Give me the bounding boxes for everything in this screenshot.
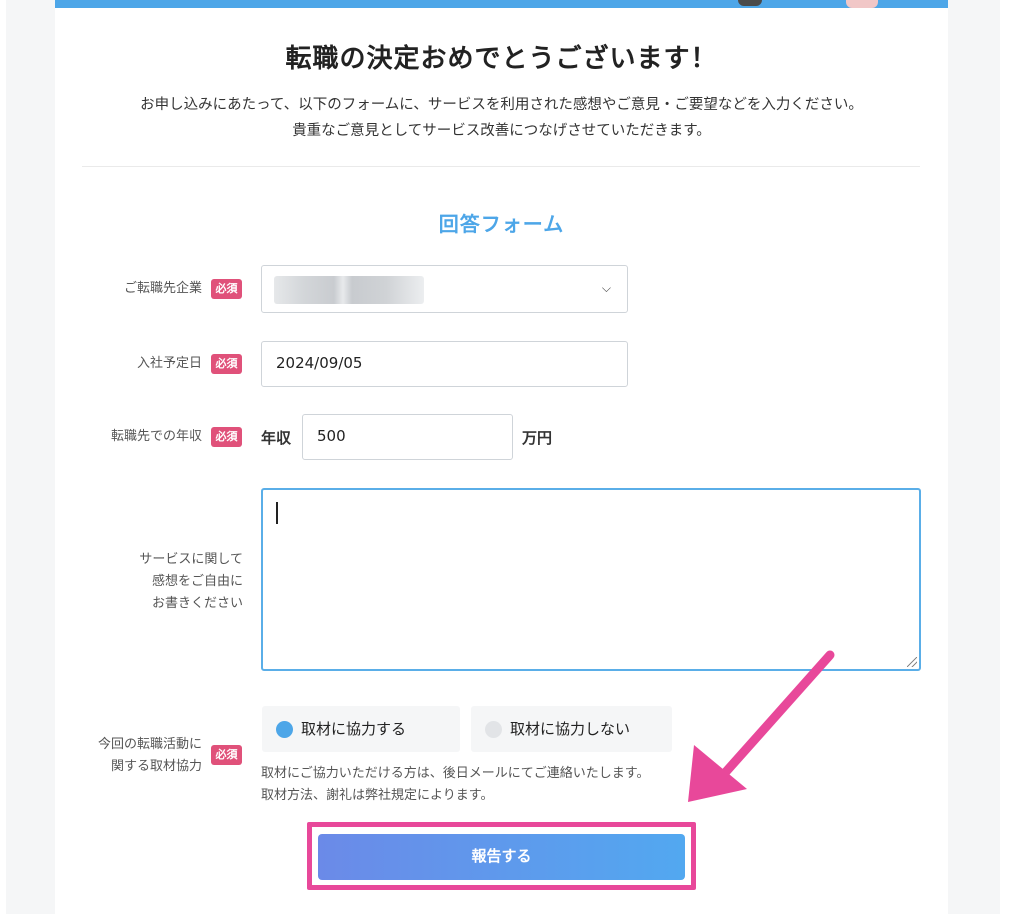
annotation-arrow-icon <box>688 650 835 802</box>
